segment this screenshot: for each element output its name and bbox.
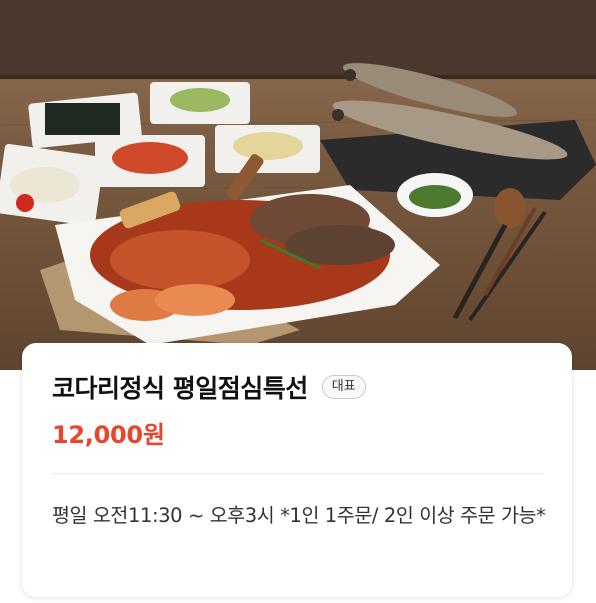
menu-title: 코다리정식 평일점심특선 xyxy=(52,374,308,403)
menu-price: 12,000원 xyxy=(52,421,165,449)
menu-description: 평일 오전11:30 ~ 오후3시 *1인 1주문/ 2인 이상 주문 가능* xyxy=(52,504,546,527)
menu-info-card[interactable]: 코다리정식 평일점심특선 대표 12,000원 평일 오전11:30 ~ 오후3… xyxy=(22,343,572,597)
title-row: 코다리정식 평일점심특선 대표 xyxy=(52,369,366,405)
divider xyxy=(52,473,544,474)
food-illustration xyxy=(0,0,596,345)
menu-photo xyxy=(0,0,596,370)
representative-badge: 대표 xyxy=(321,375,366,399)
